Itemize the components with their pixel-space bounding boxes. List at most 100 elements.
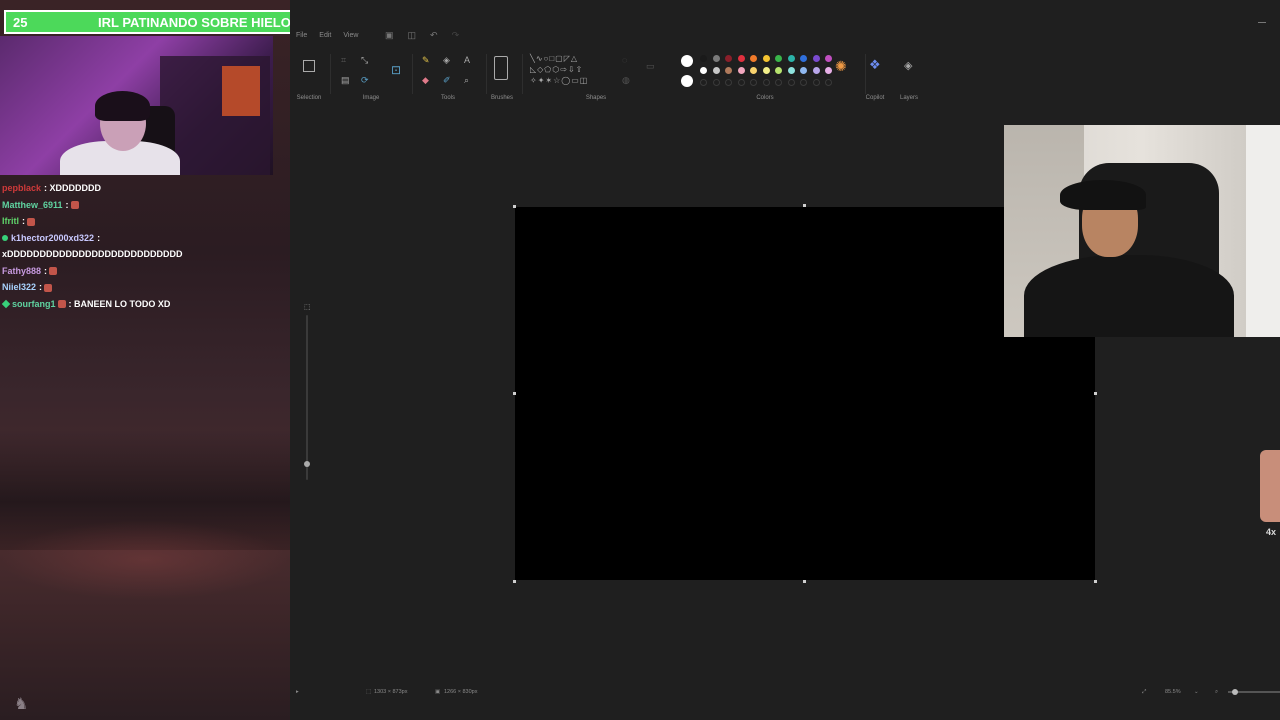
color-swatch[interactable] (787, 55, 795, 62)
brush-icon[interactable] (494, 56, 508, 80)
chat-username[interactable]: sourfang1 (12, 299, 56, 309)
secondary-color-swatch[interactable] (681, 75, 693, 87)
zoom-slider-thumb[interactable] (1232, 689, 1239, 695)
canvas-handle[interactable] (513, 392, 516, 395)
canvas-handle[interactable] (513, 205, 516, 208)
canvas-handle[interactable] (803, 204, 806, 207)
goal-title: IRL PATINANDO SOBRE HIELO (98, 15, 291, 30)
color-swatch[interactable] (812, 67, 820, 74)
color-picker-icon[interactable]: ✐ (443, 76, 451, 85)
edit-colors-icon[interactable]: ✺ (835, 59, 847, 73)
redo-icon[interactable]: ↷ (452, 30, 460, 41)
color-swatch[interactable] (750, 55, 757, 62)
shapes-row-3-icon[interactable]: ✧✦✶☆◯▭◫ (530, 76, 588, 85)
custom-color-slot[interactable] (737, 79, 745, 86)
color-swatch[interactable] (712, 67, 720, 74)
fill-shape-icon[interactable]: ▭ (646, 62, 655, 71)
menu-view[interactable]: View (343, 32, 358, 44)
text-icon[interactable]: A (464, 56, 470, 65)
zoom-level[interactable]: 85.5% (1165, 689, 1181, 695)
menu-edit[interactable]: Edit (319, 32, 331, 44)
canvas-handle[interactable] (513, 580, 516, 583)
color-swatch[interactable] (712, 55, 720, 62)
color-swatch[interactable] (762, 55, 770, 62)
custom-color-slot[interactable] (775, 79, 782, 86)
color-swatch[interactable] (800, 55, 807, 62)
copilot-group[interactable]: ❖ Copilot (862, 48, 888, 104)
color-swatch[interactable] (812, 55, 820, 62)
color-swatch[interactable] (700, 67, 707, 74)
shapes-row-1-icon[interactable]: ╲∿○□▢◸△ (530, 54, 578, 63)
copilot-label: Copilot (865, 95, 885, 101)
color-swatch[interactable] (750, 67, 757, 74)
custom-color-slot[interactable] (700, 79, 707, 86)
color-swatch[interactable] (800, 67, 807, 74)
zoom-slider[interactable] (1228, 689, 1280, 695)
color-swatch[interactable] (762, 67, 770, 74)
custom-color-slot[interactable] (825, 79, 832, 86)
custom-color-slot[interactable] (800, 79, 807, 86)
crop-icon[interactable]: ⌗ (341, 56, 346, 65)
chat-username[interactable]: Matthew_6911 (2, 200, 63, 210)
color-swatch[interactable] (775, 55, 782, 62)
menu-file[interactable]: File (296, 32, 307, 44)
custom-color-slot[interactable] (787, 79, 795, 86)
canvas-handle[interactable] (1094, 392, 1097, 395)
pointer-icon: ▸ (296, 689, 299, 695)
fill-icon[interactable]: ◈ (443, 56, 450, 65)
color-swatch[interactable] (787, 67, 795, 74)
tools-group: ✎ ◈ A ◆ ✐ ⌕ Tools (416, 48, 480, 104)
color-swatch[interactable] (725, 67, 732, 74)
eraser-icon[interactable]: ◆ (422, 76, 429, 85)
color-swatch[interactable] (825, 67, 832, 74)
color-swatch[interactable] (700, 55, 707, 62)
layers-group[interactable]: ◈ Layers (896, 48, 922, 104)
vertical-zoom-slider[interactable]: ⬚ (304, 303, 311, 483)
status-dot-icon (2, 235, 8, 242)
custom-color-slot[interactable] (750, 79, 757, 86)
image-label: Image (362, 95, 380, 101)
color-swatch[interactable] (725, 55, 732, 62)
chat-username[interactable]: Ifritl (2, 216, 19, 226)
brushes-group[interactable]: Brushes (488, 48, 516, 104)
shape-style-icon[interactable]: ◍ (622, 76, 630, 85)
minimize-icon[interactable] (1258, 22, 1266, 23)
canvas-size-icon: ▣ (435, 689, 441, 695)
shapes-row-2-icon[interactable]: ◺◇⬠⬡⇨⇩⇧ (530, 65, 583, 74)
custom-color-slot[interactable] (725, 79, 732, 86)
zoom-dropdown-icon[interactable]: ⌄ (1194, 689, 1199, 695)
color-swatch[interactable] (737, 67, 745, 74)
rotate-icon[interactable]: ⟳ (361, 76, 369, 85)
custom-color-slot[interactable] (762, 79, 770, 86)
outline-icon[interactable]: ◌ (622, 56, 627, 65)
canvas-resize-handle[interactable] (1094, 580, 1097, 583)
chat-username[interactable]: Niiel322 (2, 282, 36, 292)
color-swatch[interactable] (737, 55, 745, 62)
save-icon[interactable]: ▣ (385, 30, 394, 41)
rectangle-select-icon[interactable] (303, 60, 315, 72)
chat-username[interactable]: k1hector2000xd322 (11, 233, 94, 243)
color-swatch[interactable] (775, 67, 782, 74)
chat-username[interactable]: pepblack (2, 183, 41, 193)
canvas-handle[interactable] (803, 580, 806, 583)
slider-thumb[interactable] (304, 460, 310, 467)
custom-color-slot[interactable] (712, 79, 720, 86)
primary-color-swatch[interactable] (681, 55, 693, 67)
custom-color-slot[interactable] (812, 79, 820, 86)
color-swatch[interactable] (825, 55, 832, 62)
resize-icon[interactable]: ⤡ (361, 56, 368, 65)
magnifier-icon[interactable]: ⌕ (464, 76, 469, 85)
chat-username[interactable]: Fathy888 (2, 266, 41, 276)
fit-to-window-icon[interactable]: ⤢ (1142, 689, 1146, 696)
copilot-icon[interactable]: ❖ (869, 58, 881, 71)
image-tool-icon[interactable]: ⊡ (391, 64, 401, 76)
chat-text: : (39, 282, 43, 292)
undo-icon[interactable]: ↶ (430, 30, 438, 41)
flip-icon[interactable]: ▤ (341, 76, 350, 85)
zoom-out-icon[interactable]: ⌕ (1215, 689, 1218, 696)
share-icon[interactable]: ◫ (408, 30, 417, 41)
pencil-icon[interactable]: ✎ (422, 56, 430, 65)
menu-bar: File Edit View (296, 32, 358, 44)
selection-group[interactable]: Selection (294, 48, 324, 104)
layers-icon[interactable]: ◈ (904, 61, 912, 72)
